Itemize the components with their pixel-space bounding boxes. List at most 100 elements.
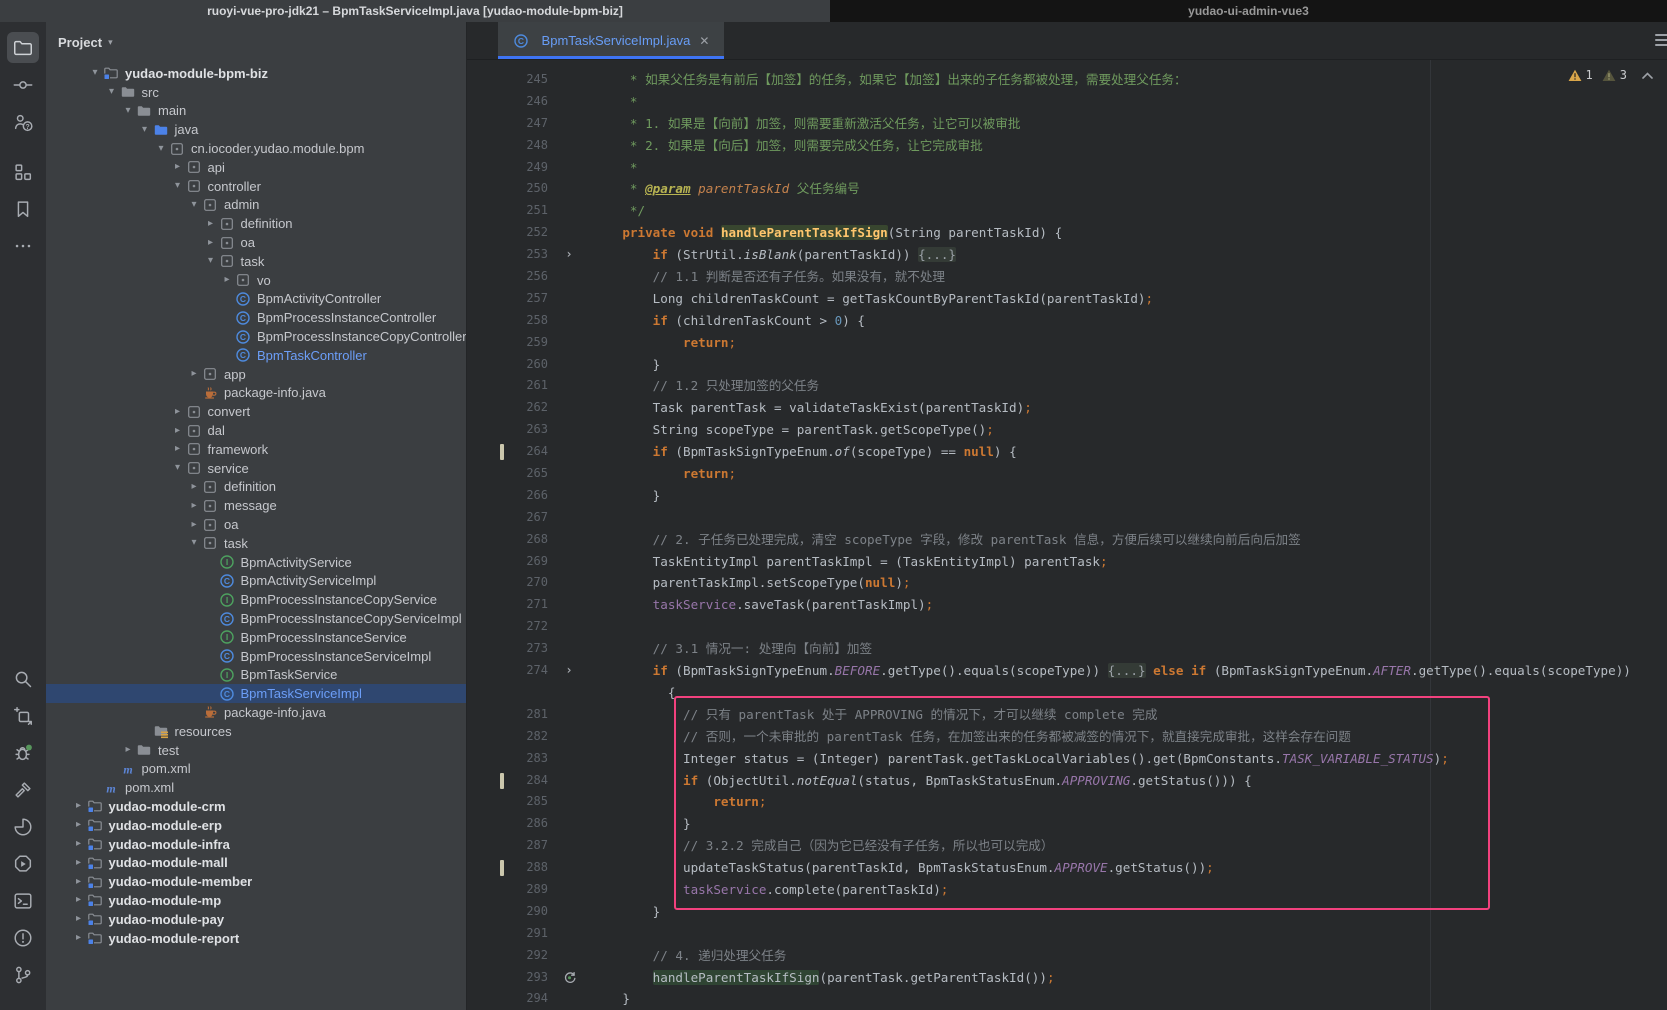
chevron-right-icon[interactable]: ▸ [71,911,87,927]
line-number[interactable]: 262 [467,397,548,419]
line-number[interactable]: 259 [467,332,548,354]
search-icon[interactable] [7,663,39,694]
code-line-283[interactable]: 283 Integer status = (Integer) parentTas… [467,748,1667,770]
chevron-right-icon[interactable]: ▸ [170,404,186,420]
code-line-287[interactable]: 287 // 3.2.2 完成自己（因为它已经没有子任务，所以也可以完成） [467,835,1667,857]
warning-icon[interactable]: 1 [1568,68,1597,82]
tree-item-bpmprocessinstanceservice[interactable]: IBpmProcessInstanceService [46,628,466,647]
code-line-271[interactable]: 271 taskService.saveTask(parentTaskImpl)… [467,594,1667,616]
bookmarks-icon[interactable] [7,193,39,224]
chevron-down-icon[interactable]: ▾ [137,122,153,138]
code-line-294[interactable]: 294 } [467,988,1667,1010]
tree-item-service[interactable]: ▾service [46,459,466,478]
line-number[interactable]: 286 [467,813,548,835]
code-line-290[interactable]: 290 } [467,901,1667,923]
tree-item-yudao-module-erp[interactable]: ▸yudao-module-erp [46,816,466,835]
tree-item-framework[interactable]: ▸framework [46,440,466,459]
line-number[interactable]: 292 [467,945,548,967]
tree-item-resources[interactable]: resources [46,722,466,741]
code-line-288[interactable]: 288 updateTaskStatus(parentTaskId, BpmTa… [467,857,1667,879]
tree-item-bpmactivitycontroller[interactable]: CBpmActivityController [46,290,466,309]
chevron-right-icon[interactable]: ▸ [186,366,202,382]
project-folder-icon[interactable] [7,32,39,63]
code-line-247[interactable]: 247 * 1. 如果是【向前】加签，则需要重新激活父任务，让它可以被审批 [467,113,1667,135]
tree-item-yudao-module-report[interactable]: ▸yudao-module-report [46,929,466,948]
code-line-248[interactable]: 248 * 2. 如果是【向后】加签，则需要完成父任务，让它完成审批 [467,135,1667,157]
chevron-right-icon[interactable]: ▸ [186,479,202,495]
code-line-267[interactable]: 267 [467,507,1667,529]
line-number[interactable]: 267 [467,507,548,529]
run-icon[interactable] [7,848,39,879]
line-number[interactable]: 270 [467,572,548,594]
code-line-wrap[interactable]: { [467,682,1667,704]
tree-item-task[interactable]: ▾task [46,534,466,553]
code-line-286[interactable]: 286 } [467,813,1667,835]
line-number[interactable]: 257 [467,288,548,310]
weak-warning-icon[interactable]: 3 [1602,68,1631,82]
tree-item-bpmactivityservice[interactable]: IBpmActivityService [46,553,466,572]
tree-item-bpmprocessinstanceserviceimpl[interactable]: CBpmProcessInstanceServiceImpl [46,647,466,666]
line-number[interactable]: 282 [467,726,548,748]
code-line-274[interactable]: 274› if (BpmTaskSignTypeEnum.BEFORE.getT… [467,660,1667,682]
close-icon[interactable]: ✕ [699,34,709,48]
line-number[interactable]: 293 [467,967,548,989]
tree-item-bpmtaskcontroller[interactable]: CBpmTaskController [46,346,466,365]
line-number[interactable]: 273 [467,638,548,660]
vcs-change-marker[interactable] [500,860,504,876]
vcs-change-marker[interactable] [500,773,504,789]
code-line-272[interactable]: 272 [467,616,1667,638]
chevron-right-icon[interactable]: ▸ [219,272,235,288]
line-number[interactable]: 263 [467,419,548,441]
chevron-right-icon[interactable]: ▸ [203,216,219,232]
inspections-widget[interactable]: 13 [1568,68,1653,82]
tab-list-menu-icon[interactable] [1655,34,1667,49]
line-number[interactable]: 268 [467,529,548,551]
tree-item-bpmtaskservice[interactable]: IBpmTaskService [46,666,466,685]
code-line-260[interactable]: 260 } [467,354,1667,376]
line-number[interactable]: 260 [467,354,548,376]
line-number[interactable]: 249 [467,157,548,179]
code-line-252[interactable]: 252 private void handleParentTaskIfSign(… [467,222,1667,244]
project-panel-header[interactable]: Project ▾ [46,22,466,62]
line-number[interactable]: 283 [467,748,548,770]
build-icon[interactable] [7,774,39,805]
tree-item-definition[interactable]: ▸definition [46,214,466,233]
tree-item-yudao-module-mall[interactable]: ▸yudao-module-mall [46,853,466,872]
code-line-263[interactable]: 263 String scopeType = parentTask.getSco… [467,419,1667,441]
code-line-245[interactable]: 245 * 如果父任务是有前后【加签】的任务，如果它【加签】出来的子任务都被处理… [467,69,1667,91]
tree-item-bpmprocessinstancecontroller[interactable]: CBpmProcessInstanceController [46,308,466,327]
version-control-icon[interactable] [7,959,39,990]
chevron-down-icon[interactable]: ▾ [170,178,186,194]
tree-item-package-info-java[interactable]: package-info.java [46,384,466,403]
tree-item-oa[interactable]: ▸oa [46,515,466,534]
code-line-289[interactable]: 289 taskService.complete(parentTaskId); [467,879,1667,901]
tree-item-bpmprocessinstancecopycontroller[interactable]: CBpmProcessInstanceCopyController [46,327,466,346]
line-number[interactable]: 245 [467,69,548,91]
pull-requests-icon[interactable]: ? [7,106,39,137]
chevron-right-icon[interactable]: ▸ [71,930,87,946]
chevron-right-icon[interactable]: ▸ [71,874,87,890]
line-number[interactable]: 247 [467,113,548,135]
code-line-261[interactable]: 261 // 1.2 只处理加签的父任务 [467,375,1667,397]
code-line-259[interactable]: 259 return; [467,332,1667,354]
chevron-right-icon[interactable]: ▸ [170,441,186,457]
tree-item-message[interactable]: ▸message [46,496,466,515]
tree-item-yudao-module-mp[interactable]: ▸yudao-module-mp [46,891,466,910]
code-line-284[interactable]: 284 if (ObjectUtil.notEqual(status, BpmT… [467,770,1667,792]
tree-item-oa[interactable]: ▸oa [46,233,466,252]
chevron-down-icon[interactable]: ▾ [108,37,113,48]
chevron-right-icon[interactable]: ▸ [71,798,87,814]
chevron-down-icon[interactable]: ▾ [186,535,202,551]
line-number[interactable]: 248 [467,135,548,157]
structure-icon[interactable] [7,156,39,187]
line-number[interactable]: 266 [467,485,548,507]
line-number[interactable]: 285 [467,791,548,813]
terminal-icon[interactable] [7,885,39,916]
tree-item-yudao-module-infra[interactable]: ▸yudao-module-infra [46,835,466,854]
code-line-257[interactable]: 257 Long childrenTaskCount = getTaskCoun… [467,288,1667,310]
tree-item-main[interactable]: ▾main [46,102,466,121]
chevron-up-icon[interactable] [1642,68,1653,82]
line-number[interactable]: 246 [467,91,548,113]
line-number[interactable]: 253 [467,244,548,266]
tree-item-pom-xml[interactable]: mpom.xml [46,778,466,797]
